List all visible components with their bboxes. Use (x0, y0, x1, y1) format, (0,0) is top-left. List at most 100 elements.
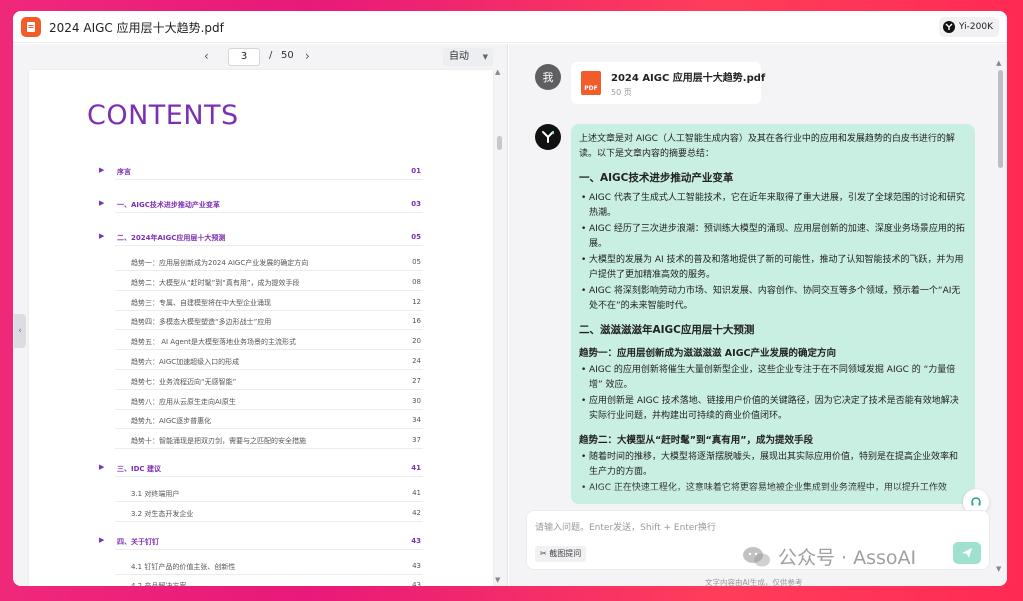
answer-subsection-title: 趋势二：大模型从“赶时髦”到“真有用”，成为提效手段 (579, 435, 813, 446)
chat-scrollbar[interactable] (998, 70, 1003, 168)
screenshot-question-button[interactable]: ✂ 截图提问 (535, 546, 587, 562)
yi-logo-icon (542, 131, 555, 143)
toc-label: 一、AIGC技术进步推动产业变革 (117, 201, 220, 209)
yi-logo-icon (942, 21, 955, 33)
toc-divider (115, 349, 423, 351)
answer-fade (571, 484, 975, 504)
toc-label: 4.1 钉钉产品的价值主张、创新性 (131, 562, 236, 571)
answer-subsection-title: 趋势一：应用层创新成为滋滋滋滋 AIGC产业发展的确定方向 (579, 348, 836, 359)
pdf-toolbar: ‹ 3 / 50 › 自动 ▼ (13, 44, 508, 70)
answer-section-title: 一、AIGC技术进步推动产业变革 (579, 172, 734, 184)
ai-disclaimer: 文字内容由AI生成，仅供参考 (705, 578, 803, 586)
toc-divider (115, 408, 423, 410)
toc-divider (115, 309, 423, 311)
caret-down-icon: ▼ (482, 53, 488, 61)
send-button[interactable] (953, 542, 981, 564)
answer-list-item: 大模型的发展为 AI 技术的普及和落地提供了新的可能性，推动了认知智能技术的飞跃… (579, 253, 965, 283)
answer-list: AIGC 代表了生成式人工智能技术，它在近年来取得了重大进展，引发了全球范围的讨… (579, 191, 965, 314)
watermark-text: 公众号 · AssoAI (778, 547, 917, 569)
page-separator: / (269, 50, 273, 61)
window-title: 2024 AIGC 应用层十大趋势.pdf (49, 21, 224, 35)
scroll-down-icon[interactable]: ▼ (495, 576, 500, 584)
toc-divider (115, 520, 423, 522)
zoom-select[interactable]: 自动 ▼ (443, 48, 493, 66)
model-name: Yi-200K (958, 22, 993, 32)
file-name: 2024 AIGC 应用层十大趋势.pdf (611, 73, 766, 84)
answer-list-item: AIGC 代表了生成式人工智能技术，它在近年来取得了重大进展，引发了全球范围的讨… (579, 191, 965, 221)
toc-label: 四、关于钉钉 (117, 537, 159, 546)
toc-page: 16 (412, 317, 421, 326)
toc-page: 08 (412, 277, 421, 286)
scroll-up-icon[interactable]: ▲ (996, 59, 1001, 67)
collapse-panel-handle[interactable]: ‹ (14, 314, 26, 348)
answer-list: AIGC 的应用创新将催生大量创新型企业，这些企业专注于在不同领域发掘 AIGC… (579, 363, 965, 424)
app-window: 2024 AIGC 应用层十大趋势.pdf Yi-200K ‹ 3 / 50 ›… (13, 11, 1007, 586)
toc-page: 43 (412, 581, 421, 586)
title-bar: 2024 AIGC 应用层十大趋势.pdf Yi-200K (13, 11, 1007, 43)
toc-page: 41 (412, 489, 421, 497)
toc-page: 12 (412, 297, 421, 306)
model-selector[interactable]: Yi-200K (938, 17, 999, 37)
triangle-icon: ▶ (99, 199, 105, 207)
chat-input-placeholder: 请输入问题。Enter发送，Shift + Enter换行 (535, 523, 717, 533)
answer-list-item: AIGC 经历了三次进步浪潮：预训练大模型的涌现、应用层创新的加速、深度业务场景… (579, 222, 965, 252)
answer-list-item: AIGC 将深刻影响劳动力市场、知识发展、内容创作、协同交互等多个领域，预示着一… (579, 284, 965, 314)
scroll-up-icon[interactable]: ▲ (495, 68, 500, 76)
scissors-icon: ✂ (540, 549, 547, 558)
toc-label: 趋势五： AI Agent是大模型落地业务场景的主流形式 (131, 338, 297, 347)
toc-label: 3.2 对生态开发企业 (131, 509, 194, 518)
pdf-scrollbar[interactable] (497, 136, 502, 150)
toc-page: 20 (412, 337, 421, 346)
ai-avatar (535, 124, 561, 150)
answer-intro: 上述文章是对 AIGC（人工智能生成内容）及其在各行业中的应用和发展趋势的白皮书… (579, 134, 955, 159)
page-total: 50 (281, 50, 294, 61)
toc-divider (115, 476, 423, 477)
toc-label: 趋势三：专属、自建模型将在中大型企业涌现 (131, 298, 271, 307)
watermark: 公众号 · AssoAI (742, 543, 916, 570)
chat-panel: 我 PDF 2024 AIGC 应用层十大趋势.pdf 50 页 上述文章是对 … (509, 44, 1007, 586)
triangle-icon: ▶ (99, 166, 105, 174)
toc-label: 二、2024年AIGC应用层十大预测 (117, 234, 226, 242)
chevron-right-icon[interactable]: › (305, 49, 310, 63)
toc-page: 05 (412, 258, 421, 266)
triangle-icon: ▶ (99, 535, 105, 544)
contents-heading: CONTENTS (87, 100, 239, 131)
answer-list-item: 应用创新是 AIGC 技术落地、链接用户价值的关键路径，因为它决定了技术是否能有… (579, 394, 965, 424)
wechat-icon (742, 545, 772, 569)
toc-page: 42 (412, 508, 421, 517)
chevron-left-icon[interactable]: ‹ (204, 49, 209, 63)
toc-divider (115, 289, 423, 291)
attached-file-card[interactable]: PDF 2024 AIGC 应用层十大趋势.pdf 50 页 (571, 62, 765, 104)
toc-page: 30 (412, 396, 421, 405)
scroll-down-icon[interactable]: ▼ (996, 565, 1001, 573)
pdf-app-icon (21, 17, 41, 37)
ai-answer-bubble: 上述文章是对 AIGC（人工智能生成内容）及其在各行业中的应用和发展趋势的白皮书… (571, 124, 975, 504)
toc-label: 趋势八：应用从云原生走向AI原生 (131, 397, 236, 406)
toc-divider (115, 573, 423, 575)
answer-section-title: 二、滋滋滋滋年AIGC应用层十大预测 (579, 324, 755, 336)
answer-list-item: AIGC 的应用创新将催生大量创新型企业，这些企业专注于在不同领域发掘 AIGC… (579, 363, 965, 393)
file-pages: 50 页 (611, 88, 632, 97)
toc-divider (115, 428, 423, 430)
toc-label: 趋势九：AIGC逐步普惠化 (131, 417, 212, 426)
toc-divider (115, 448, 423, 450)
toc-divider (115, 270, 423, 271)
toc-label: 序言 (117, 168, 131, 176)
toc-page: 27 (412, 376, 421, 385)
toc-divider (115, 369, 423, 370)
toc-label: 4.2 产品解决方案 (131, 581, 186, 586)
toc-divider (115, 388, 423, 390)
toc-label: 趋势六：AIGC加速超级入口的形成 (131, 358, 240, 366)
pdf-file-icon: PDF (581, 71, 601, 95)
toc-divider (115, 212, 423, 213)
user-avatar: 我 (535, 64, 561, 90)
toc-page: 03 (411, 200, 421, 208)
toc-label: 趋势十：智能涌现是把双刃剑，需要与之匹配的安全措施 (131, 437, 306, 446)
toc-page: 34 (412, 416, 421, 425)
toc-page: 43 (411, 536, 421, 545)
page-number-input[interactable]: 3 (228, 48, 260, 66)
toc-label: 趋势一：应用层创新成为2024 AIGC产业发展的确定方向 (131, 259, 309, 267)
toc-page: 41 (411, 464, 421, 472)
toc-label: 趋势二：大模型从“赶时髦”到“真有用”，成为提效手段 (131, 278, 300, 287)
toc-label: 趋势四：多模态大模型塑造“多边形战士”应用 (131, 318, 272, 327)
